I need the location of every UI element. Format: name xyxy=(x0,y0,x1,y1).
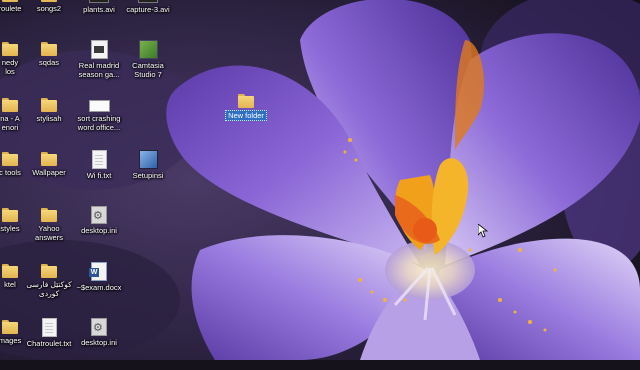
desktop-icon-camtasia[interactable]: Camtasia Studio 7 xyxy=(116,40,180,92)
text-file-icon xyxy=(41,318,57,337)
word-document-icon xyxy=(88,100,110,112)
desktop-icon-label: Camtasia Studio 7 xyxy=(132,61,164,79)
video-file-icon xyxy=(89,0,109,3)
desktop-icon-label: Yahoo answers xyxy=(35,224,63,242)
desktop-icon-new-folder[interactable]: New folder xyxy=(214,92,278,144)
desktop-icon-label: Chatroulet.txt xyxy=(26,339,72,348)
desktop-icon-exam-docx[interactable]: ~$exam.docx xyxy=(67,262,131,314)
mouse-cursor-icon xyxy=(478,224,488,238)
desktop-icon-label: sort crashing word office... xyxy=(77,114,121,132)
text-file-icon xyxy=(91,150,107,169)
desktop-icon-label: Real madrid season ga... xyxy=(78,61,120,79)
folder-icon xyxy=(238,94,254,108)
desktop-icon-label: nedy los xyxy=(1,58,19,76)
desktop-icon-label: کوکتێل فارسی کوردی xyxy=(26,280,72,298)
desktop-icon-setupinsi[interactable]: Setupinsi xyxy=(116,150,180,202)
desktop-icon-label: sqdas xyxy=(38,58,59,67)
config-file-icon xyxy=(91,318,107,336)
folder-icon xyxy=(2,264,18,278)
desktop-icon-label: Setupinsi xyxy=(132,171,164,180)
setup-icon xyxy=(138,150,158,169)
folder-icon xyxy=(2,98,18,112)
folder-icon xyxy=(2,42,18,56)
folder-icon xyxy=(2,208,18,222)
folder-icon xyxy=(2,320,18,334)
desktop-icon-label: plants.avi xyxy=(83,5,115,14)
folder-icon xyxy=(41,264,57,278)
desktop-icon-capture-3-avi[interactable]: capture-3.avi xyxy=(116,0,180,38)
word-document-icon xyxy=(89,262,107,281)
desktop-icon-desktop-ini-2[interactable]: desktop.ini xyxy=(67,318,131,370)
folder-icon xyxy=(41,152,57,166)
camtasia-app-icon xyxy=(138,40,158,59)
desktop-icon-label: desktop.ini xyxy=(81,226,117,235)
desktop-icon-label: songs2 xyxy=(36,4,62,13)
desktop-icon-grid: roulete songs2 plants.avi capture-3.avi … xyxy=(0,0,640,360)
video-file-icon xyxy=(90,40,108,59)
folder-icon xyxy=(41,42,57,56)
folder-icon xyxy=(2,0,18,2)
desktop-icon-label: Wi fi.txt xyxy=(86,171,112,180)
desktop-icon-label: ~$exam.docx xyxy=(76,283,122,292)
desktop-icon-label: ktel xyxy=(4,280,16,289)
video-file-icon xyxy=(138,0,158,3)
desktop-icon-label: capture-3.avi xyxy=(126,5,170,14)
desktop-icon-sort-crashing[interactable]: sort crashing word office... xyxy=(67,96,131,148)
desktop[interactable]: roulete songs2 plants.avi capture-3.avi … xyxy=(0,0,640,360)
config-file-icon xyxy=(91,206,107,224)
desktop-icon-label: stylisah xyxy=(36,114,62,123)
desktop-icon-desktop-ini[interactable]: desktop.ini xyxy=(67,206,131,258)
desktop-icon-label: Wallpaper xyxy=(32,168,66,177)
new-folder-rename-field[interactable]: New folder xyxy=(225,110,267,121)
desktop-icon-label: desktop.ini xyxy=(81,338,117,347)
folder-icon xyxy=(41,98,57,112)
folder-icon xyxy=(41,208,57,222)
folder-icon xyxy=(41,0,57,2)
folder-icon xyxy=(2,152,18,166)
